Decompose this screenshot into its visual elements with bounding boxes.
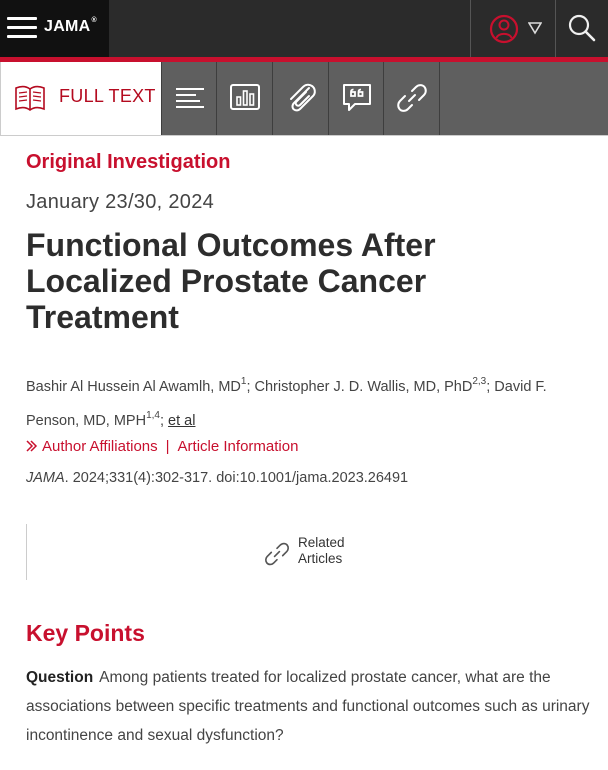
- affiliation-ref: 1: [240, 376, 247, 387]
- tab-supplements[interactable]: [272, 62, 327, 136]
- caret-down-icon: [528, 22, 542, 35]
- tab-outline[interactable]: [161, 62, 216, 136]
- author-name[interactable]: Bashir Al Hussein Al Awamlh, MD: [26, 379, 241, 395]
- separator: |: [165, 438, 170, 455]
- author-separator: ;: [159, 412, 169, 429]
- search-button[interactable]: [556, 0, 608, 57]
- et-al-link[interactable]: et al: [168, 413, 195, 429]
- user-icon: [489, 14, 519, 44]
- affiliations-row: Author Affiliations | Article Information: [26, 438, 298, 455]
- divider: [0, 135, 608, 136]
- account-menu-button[interactable]: [471, 0, 555, 57]
- article-tab-bar: FULL TEXT: [0, 62, 608, 136]
- article-type: Original Investigation: [26, 151, 231, 173]
- tab-full-text-label: FULL TEXT: [59, 86, 156, 106]
- tab-bar-filler: [439, 62, 608, 136]
- author-affiliations-link[interactable]: Author Affiliations: [42, 438, 158, 455]
- top-navigation-bar: JAMA®: [0, 0, 608, 57]
- search-icon: [568, 14, 596, 42]
- article-title: Functional Outcomes After Localized Pros…: [26, 227, 436, 335]
- related-link-icon: [265, 542, 289, 566]
- tab-full-text[interactable]: FULL TEXT: [0, 62, 161, 136]
- related-line-2: Articles: [298, 551, 343, 566]
- question-text: Among patients treated for localized pro…: [26, 669, 590, 744]
- affiliation-ref: 1,4: [146, 409, 160, 421]
- affiliation-ref: 2,3: [472, 376, 487, 387]
- jama-logo[interactable]: JAMA®: [44, 17, 97, 36]
- question-label: Question: [26, 669, 94, 686]
- key-points-question: Question Among patients treated for local…: [26, 663, 591, 750]
- related-line-1: Related: [298, 535, 345, 550]
- related-articles-label: Related Articles: [298, 535, 345, 567]
- related-link-icon: [397, 84, 427, 112]
- key-points-heading: Key Points: [26, 620, 145, 646]
- attachments-paperclip-icon: [290, 83, 316, 112]
- book-icon: [15, 85, 45, 111]
- tab-related[interactable]: [383, 62, 438, 136]
- article-information-link[interactable]: Article Information: [178, 438, 299, 455]
- double-chevron-right-icon: [26, 440, 38, 452]
- author-list: Bashir Al Hussein Al Awamlh, MD1; Christ…: [26, 368, 586, 436]
- hamburger-menu-icon[interactable]: [7, 16, 37, 40]
- citation: JAMA. 2024;331(4):302-317. doi:10.1001/j…: [26, 470, 408, 486]
- tab-comments[interactable]: [328, 62, 383, 136]
- tab-figures[interactable]: [216, 62, 271, 136]
- citation-details: . 2024;331(4):302-317. doi:10.1001/jama.…: [64, 470, 409, 486]
- article-date: January 23/30, 2024: [26, 191, 215, 213]
- figures-chart-icon: [230, 84, 260, 110]
- author-name[interactable]: ; Christopher J. D. Wallis, MD, PhD: [246, 379, 472, 395]
- outline-icon: [176, 88, 204, 108]
- brand-area: JAMA®: [0, 0, 109, 57]
- citation-journal: JAMA: [26, 470, 65, 486]
- comments-quote-icon: [343, 84, 371, 111]
